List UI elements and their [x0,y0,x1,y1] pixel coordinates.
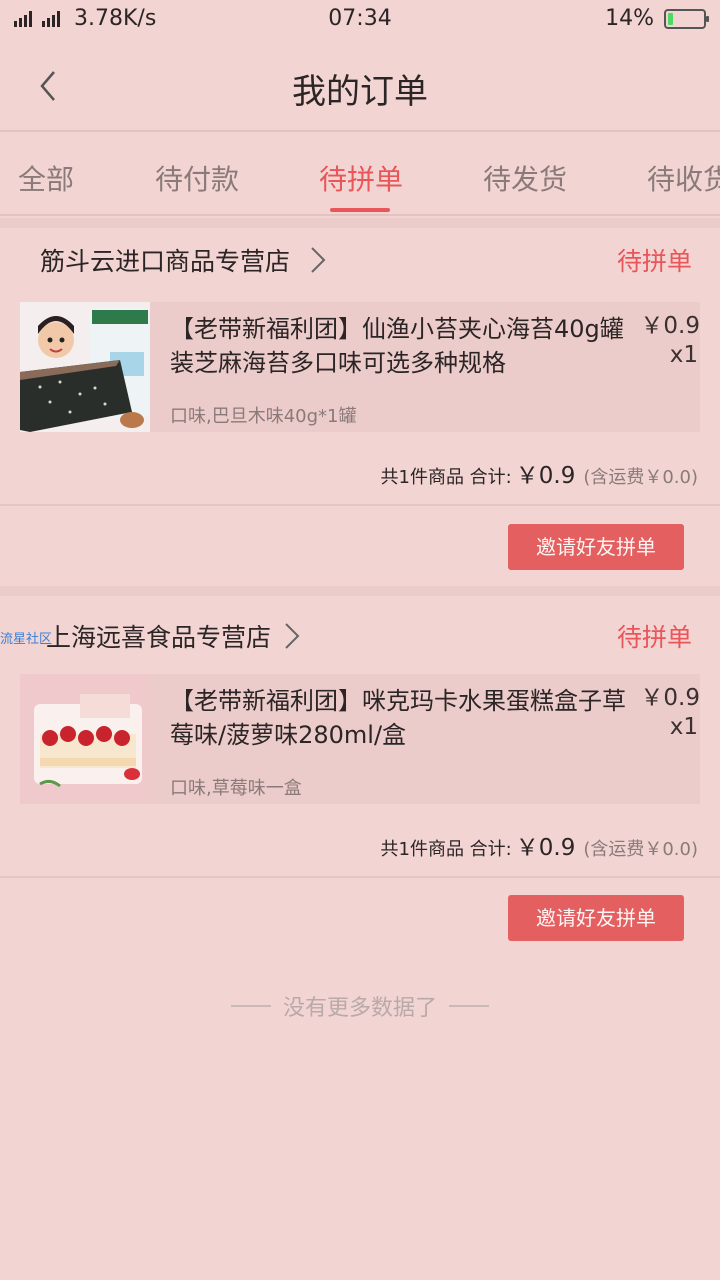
chevron-right-icon [311,247,326,273]
order-total: 共1件商品 合计: ￥0.9 (含运费￥0.0) [381,456,699,490]
product-image [20,674,150,804]
battery-percent: 14% [605,6,654,31]
total-label: 共1件商品 合计: [380,839,512,860]
tab-pending-receipt[interactable]: 待收货 [647,158,720,198]
product-quantity: x1 [669,714,698,740]
card-separator [0,586,720,596]
app-header: 我的订单 [0,40,720,132]
tab-pending-group[interactable]: 待拼单 [319,158,403,198]
product-price: ￥0.9 [640,313,700,339]
shop-name[interactable]: 上海远喜食品专营店 [46,618,271,654]
card-separator [0,218,720,228]
tab-pending-payment[interactable]: 待付款 [155,158,239,198]
product-quantity: x1 [669,342,698,368]
shop-row[interactable]: 筋斗云进口商品专营店 待拼单 [0,228,720,288]
total-amount: ￥0.9 [515,463,576,489]
battery-icon [664,8,709,29]
divider [0,876,720,878]
tab-all[interactable]: 全部 [18,158,74,198]
product-title: 【老带新福利团】仙渔小苔夹心海苔40g罐装芝麻海苔多口味可选多种规格 [170,315,624,377]
divider-line [449,1005,489,1007]
divider-line [230,1005,271,1007]
product-item[interactable]: 【老带新福利团】仙渔小苔夹心海苔40g罐装芝麻海苔多口味可选多种规格 口味,巴旦… [20,302,700,432]
watermark-text: 流星社区 [0,632,53,647]
chevron-right-icon [285,623,300,649]
invite-friends-button[interactable]: 邀请好友拼单 [508,524,684,570]
product-spec: 口味,草莓味一盒 [170,778,302,799]
tab-pending-shipment[interactable]: 待发货 [483,158,567,198]
shipping-fee: (含运费￥0.0) [583,467,698,488]
shipping-fee: (含运费￥0.0) [583,839,698,860]
order-total: 共1件商品 合计: ￥0.9 (含运费￥0.0) [381,828,699,862]
product-price: ￥0.9 [640,685,700,711]
order-card: 筋斗云进口商品专营店 待拼单 【老带新福利团】仙渔小苔夹心海苔40g罐装芝麻海苔… [0,228,720,586]
invite-friends-button[interactable]: 邀请好友拼单 [508,895,684,941]
battery-fill [668,12,673,25]
shop-row[interactable]: 流星社区 上海远喜食品专营店 待拼单 [0,604,720,664]
divider [0,504,720,506]
order-card: 流星社区 上海远喜食品专营店 待拼单 【老带新福利团】咪克玛卡水果蛋糕盒子草莓味… [0,596,720,954]
status-bar: 3.78K/s 07:34 14% [0,0,720,40]
no-more-text: 没有更多数据了 [282,996,437,1021]
total-label: 共1件商品 合计: [380,467,512,488]
order-status: 待拼单 [616,623,692,652]
total-amount: ￥0.9 [515,835,576,861]
tab-indicator [330,208,390,212]
product-item[interactable]: 【老带新福利团】咪克玛卡水果蛋糕盒子草莓味/菠萝味280ml/盒 口味,草莓味一… [20,674,700,804]
shop-name[interactable]: 筋斗云进口商品专营店 [40,242,290,278]
order-status: 待拼单 [616,247,692,276]
product-title: 【老带新福利团】咪克玛卡水果蛋糕盒子草莓味/菠萝味280ml/盒 [170,687,626,749]
product-spec: 口味,巴旦木味40g*1罐 [170,406,357,427]
order-tabs: 全部 待付款 待拼单 待发货 待收货 [0,134,720,216]
product-image [20,302,150,432]
page-title: 我的订单 [292,72,428,112]
no-more-data: 没有更多数据了 [0,990,720,1022]
